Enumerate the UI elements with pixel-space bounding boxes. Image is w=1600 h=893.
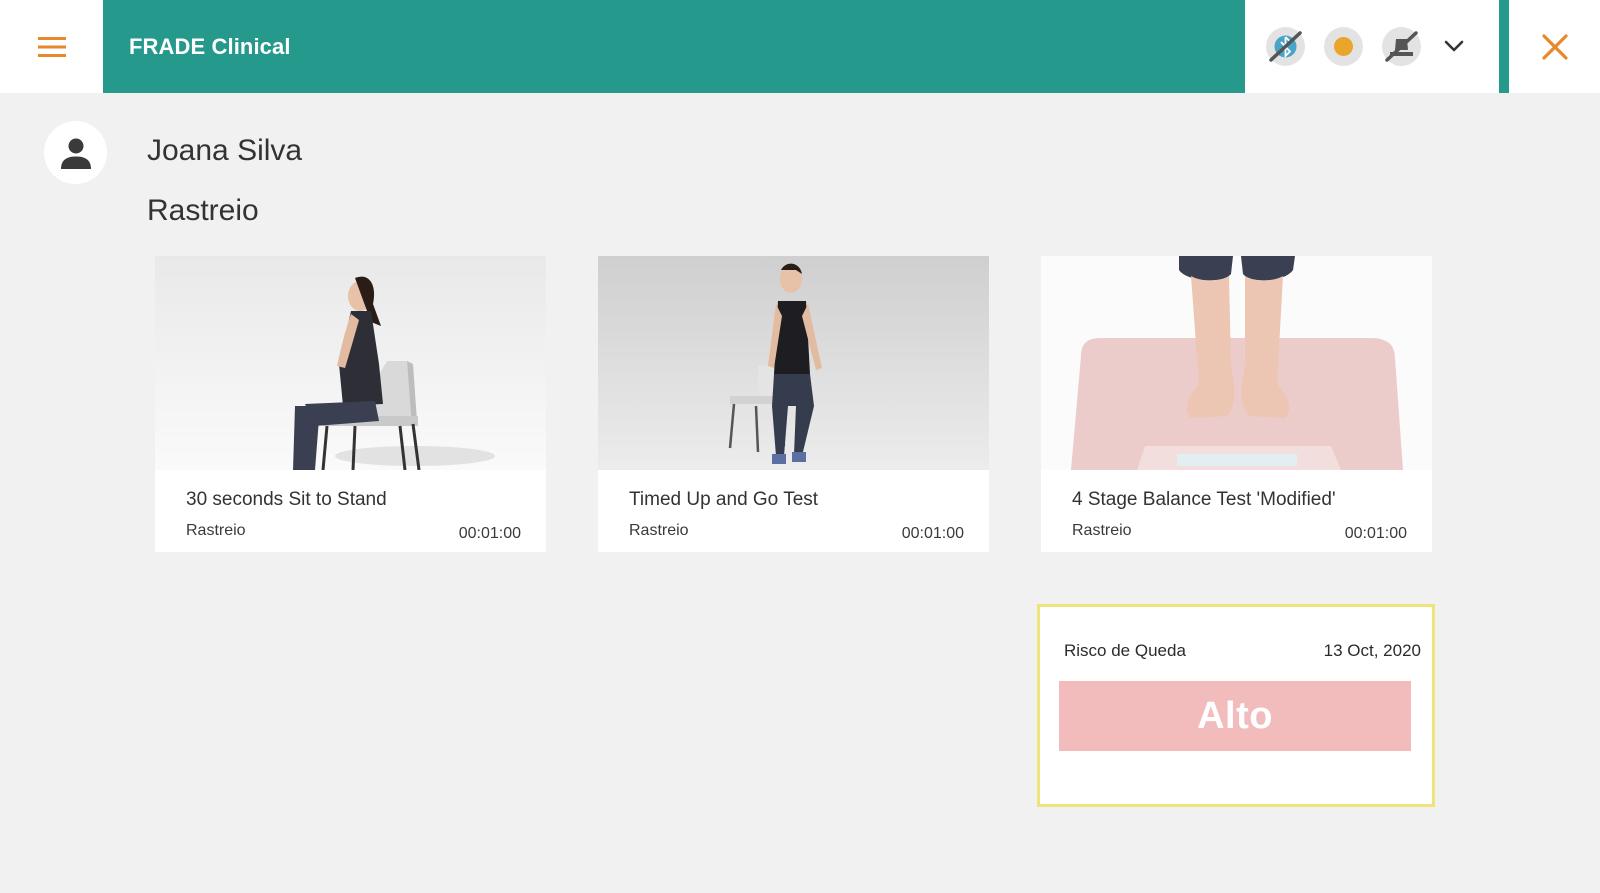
chevron-down-icon (1444, 40, 1464, 52)
test-duration: 00:01:00 (458, 525, 521, 542)
test-card-balance[interactable]: 4 Stage Balance Test 'Modified' Rastreio… (1041, 256, 1432, 552)
bluetooth-status[interactable] (1266, 27, 1305, 66)
status-dot-icon (1334, 37, 1353, 56)
status-expand-button[interactable] (1443, 35, 1465, 62)
app-title: FRADE Clinical (129, 33, 291, 59)
test-thumbnail-balance (1041, 256, 1432, 470)
test-title: Timed Up and Go Test (629, 489, 819, 510)
risk-level-badge: Alto (1059, 681, 1411, 751)
bluetooth-off-icon (1269, 31, 1302, 62)
close-button[interactable] (1509, 0, 1600, 93)
person-icon (60, 138, 91, 169)
test-info: 30 seconds Sit to Stand Rastreio 00:01:0… (155, 470, 546, 552)
test-title: 30 seconds Sit to Stand (186, 489, 387, 510)
test-thumbnail-timed-up-and-go (598, 256, 989, 470)
scale-off-icon (1385, 31, 1418, 62)
test-category: Rastreio (186, 522, 246, 539)
test-info: Timed Up and Go Test Rastreio 00:01:00 (598, 470, 989, 552)
risk-date: 13 Oct, 2020 (1323, 641, 1421, 660)
app-bar: FRADE Clinical (103, 0, 1245, 93)
test-title: 4 Stage Balance Test 'Modified' (1072, 489, 1336, 510)
test-category: Rastreio (1072, 522, 1132, 539)
risk-label: Risco de Queda (1064, 641, 1186, 660)
scale-status[interactable] (1382, 27, 1421, 66)
patient-name: Joana Silva (147, 134, 303, 167)
menu-button[interactable] (0, 0, 103, 93)
device-status-bar (1245, 0, 1499, 93)
connection-status[interactable] (1324, 27, 1363, 66)
fall-risk-panel: Risco de Queda 13 Oct, 2020 Alto (1037, 604, 1435, 807)
close-icon (1541, 33, 1568, 60)
risk-level: Alto (1197, 694, 1273, 737)
test-category: Rastreio (629, 522, 689, 539)
test-info: 4 Stage Balance Test 'Modified' Rastreio… (1041, 470, 1432, 552)
section-title: Rastreio (147, 194, 259, 227)
test-thumbnail-sit-to-stand (155, 256, 546, 470)
header-divider (1499, 0, 1509, 93)
test-duration: 00:01:00 (901, 525, 964, 542)
hamburger-menu-icon (37, 36, 66, 57)
test-duration: 00:01:00 (1344, 525, 1407, 542)
test-card-sit-to-stand[interactable]: 30 seconds Sit to Stand Rastreio 00:01:0… (155, 256, 546, 552)
avatar[interactable] (44, 121, 107, 184)
test-card-timed-up-and-go[interactable]: Timed Up and Go Test Rastreio 00:01:00 (598, 256, 989, 552)
